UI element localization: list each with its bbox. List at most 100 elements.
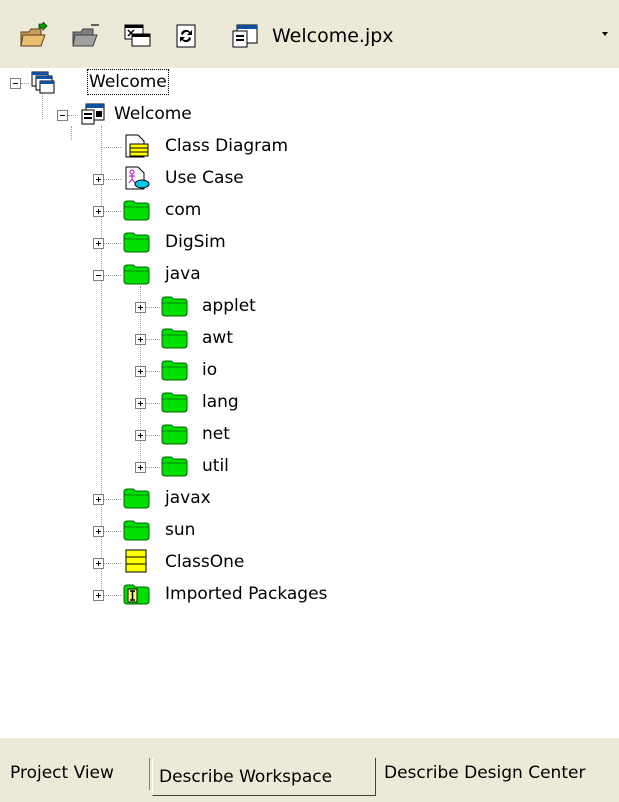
- project-file-button[interactable]: [230, 20, 262, 52]
- add-files-button[interactable]: [18, 20, 50, 52]
- expand-toggle[interactable]: [135, 462, 146, 473]
- package-folder-icon: [123, 264, 150, 285]
- class-icon: [125, 549, 147, 573]
- remove-files-button[interactable]: [70, 20, 102, 52]
- tree-connector: [146, 403, 160, 404]
- collapse-toggle[interactable]: [57, 110, 68, 121]
- expand-toggle[interactable]: [93, 238, 104, 249]
- expand-toggle[interactable]: [135, 366, 146, 377]
- tree-connector: [146, 307, 160, 308]
- tree-connector: [104, 243, 121, 244]
- add-files-icon: [20, 22, 48, 47]
- package-folder-icon: [161, 360, 188, 381]
- tree-node-label: applet: [202, 296, 256, 316]
- tree-node-sun[interactable]: sun: [0, 516, 619, 544]
- tree-connector: [104, 211, 121, 212]
- tree-node-label: io: [202, 360, 218, 380]
- tree-node-project[interactable]: Welcome: [0, 100, 619, 128]
- tree-node-label: java: [165, 264, 201, 284]
- tree-connector: [104, 563, 121, 564]
- tree-node-digsim[interactable]: DigSim: [0, 228, 619, 256]
- close-project-button[interactable]: [121, 20, 153, 52]
- tree-connector: [104, 179, 121, 180]
- expand-toggle[interactable]: [93, 526, 104, 537]
- package-folder-icon: [161, 424, 188, 445]
- tree-node-awt[interactable]: awt: [0, 324, 619, 352]
- tree-node-lang[interactable]: lang: [0, 388, 619, 416]
- collapse-toggle[interactable]: [10, 78, 21, 89]
- tab-describe-design-center[interactable]: Describe Design Center: [378, 758, 616, 790]
- tree-node-label: DigSim: [165, 232, 226, 252]
- tree-node-label: awt: [202, 328, 233, 348]
- tree-connector: [146, 467, 160, 468]
- tree-node-label: lang: [202, 392, 239, 412]
- tree-node-label: Imported Packages: [165, 584, 328, 604]
- refresh-icon: [176, 24, 196, 48]
- package-folder-icon: [161, 456, 188, 477]
- view-tab-bar: Project View Describe Workspace Describe…: [0, 738, 619, 802]
- tree-node-java[interactable]: java: [0, 260, 619, 288]
- tree-node-label: Welcome: [87, 69, 169, 95]
- refresh-button[interactable]: [170, 20, 202, 52]
- tree-node-label: Class Diagram: [165, 136, 289, 156]
- project-file-icon: [232, 24, 258, 48]
- project-tree[interactable]: Welcome Welcome Class Diagram Use Case c…: [0, 68, 619, 738]
- package-folder-icon: [123, 232, 150, 253]
- expand-toggle[interactable]: [135, 430, 146, 441]
- dropdown-arrow-icon: [602, 32, 608, 36]
- package-folder-icon: [123, 520, 150, 541]
- expand-toggle[interactable]: [93, 590, 104, 601]
- tree-node-classone[interactable]: ClassOne: [0, 548, 619, 576]
- expand-toggle[interactable]: [93, 206, 104, 217]
- expand-toggle[interactable]: [135, 398, 146, 409]
- tree-node-class-diagram[interactable]: Class Diagram: [0, 132, 619, 160]
- expand-toggle[interactable]: [135, 334, 146, 345]
- tree-node-label: util: [202, 456, 229, 476]
- expand-toggle[interactable]: [93, 174, 104, 185]
- tree-node-label: javax: [165, 488, 211, 508]
- tree-connector: [146, 371, 160, 372]
- package-folder-icon: [123, 488, 150, 509]
- tree-node-javax[interactable]: javax: [0, 484, 619, 512]
- tree-node-util[interactable]: util: [0, 452, 619, 480]
- imported-packages-icon: [123, 584, 150, 605]
- expand-toggle[interactable]: [93, 558, 104, 569]
- expand-toggle[interactable]: [135, 302, 146, 313]
- remove-files-icon: [72, 24, 99, 47]
- tree-node-label: ClassOne: [165, 552, 245, 572]
- tree-connector: [104, 275, 121, 276]
- tree-connector: [104, 499, 121, 500]
- project-group-icon: [31, 71, 55, 94]
- tree-node-label: sun: [165, 520, 196, 540]
- tree-node-label: net: [202, 424, 230, 444]
- package-folder-icon: [161, 296, 188, 317]
- tree-node-use-case[interactable]: Use Case: [0, 164, 619, 192]
- tree-connector: [104, 531, 121, 532]
- tree-connector: [104, 595, 121, 596]
- project-dropdown[interactable]: [598, 24, 612, 44]
- tree-connector: [146, 339, 160, 340]
- class-diagram-icon: [125, 134, 149, 158]
- toolbar: Welcome.jpx: [0, 0, 619, 69]
- tree-connector: [146, 435, 160, 436]
- project-icon: [81, 103, 105, 125]
- tree-node-root[interactable]: Welcome: [0, 68, 619, 96]
- use-case-icon: [125, 166, 150, 190]
- collapse-toggle[interactable]: [93, 270, 104, 281]
- tab-project-view[interactable]: Project View: [4, 758, 150, 790]
- project-title: Welcome.jpx: [272, 25, 394, 47]
- tree-node-applet[interactable]: applet: [0, 292, 619, 320]
- tree-node-io[interactable]: io: [0, 356, 619, 384]
- tree-node-net[interactable]: net: [0, 420, 619, 448]
- tab-describe-workspace[interactable]: Describe Workspace: [152, 758, 376, 796]
- tree-node-label: Use Case: [165, 168, 244, 188]
- tree-connector: [68, 115, 78, 116]
- close-project-icon: [124, 24, 151, 47]
- tree-node-label: com: [165, 200, 202, 220]
- tree-node-com[interactable]: com: [0, 196, 619, 224]
- tree-connector: [101, 147, 121, 148]
- expand-toggle[interactable]: [93, 494, 104, 505]
- tree-node-label: Welcome: [114, 104, 192, 124]
- tree-node-imported-packages[interactable]: Imported Packages: [0, 580, 619, 608]
- tree-connector: [21, 83, 29, 84]
